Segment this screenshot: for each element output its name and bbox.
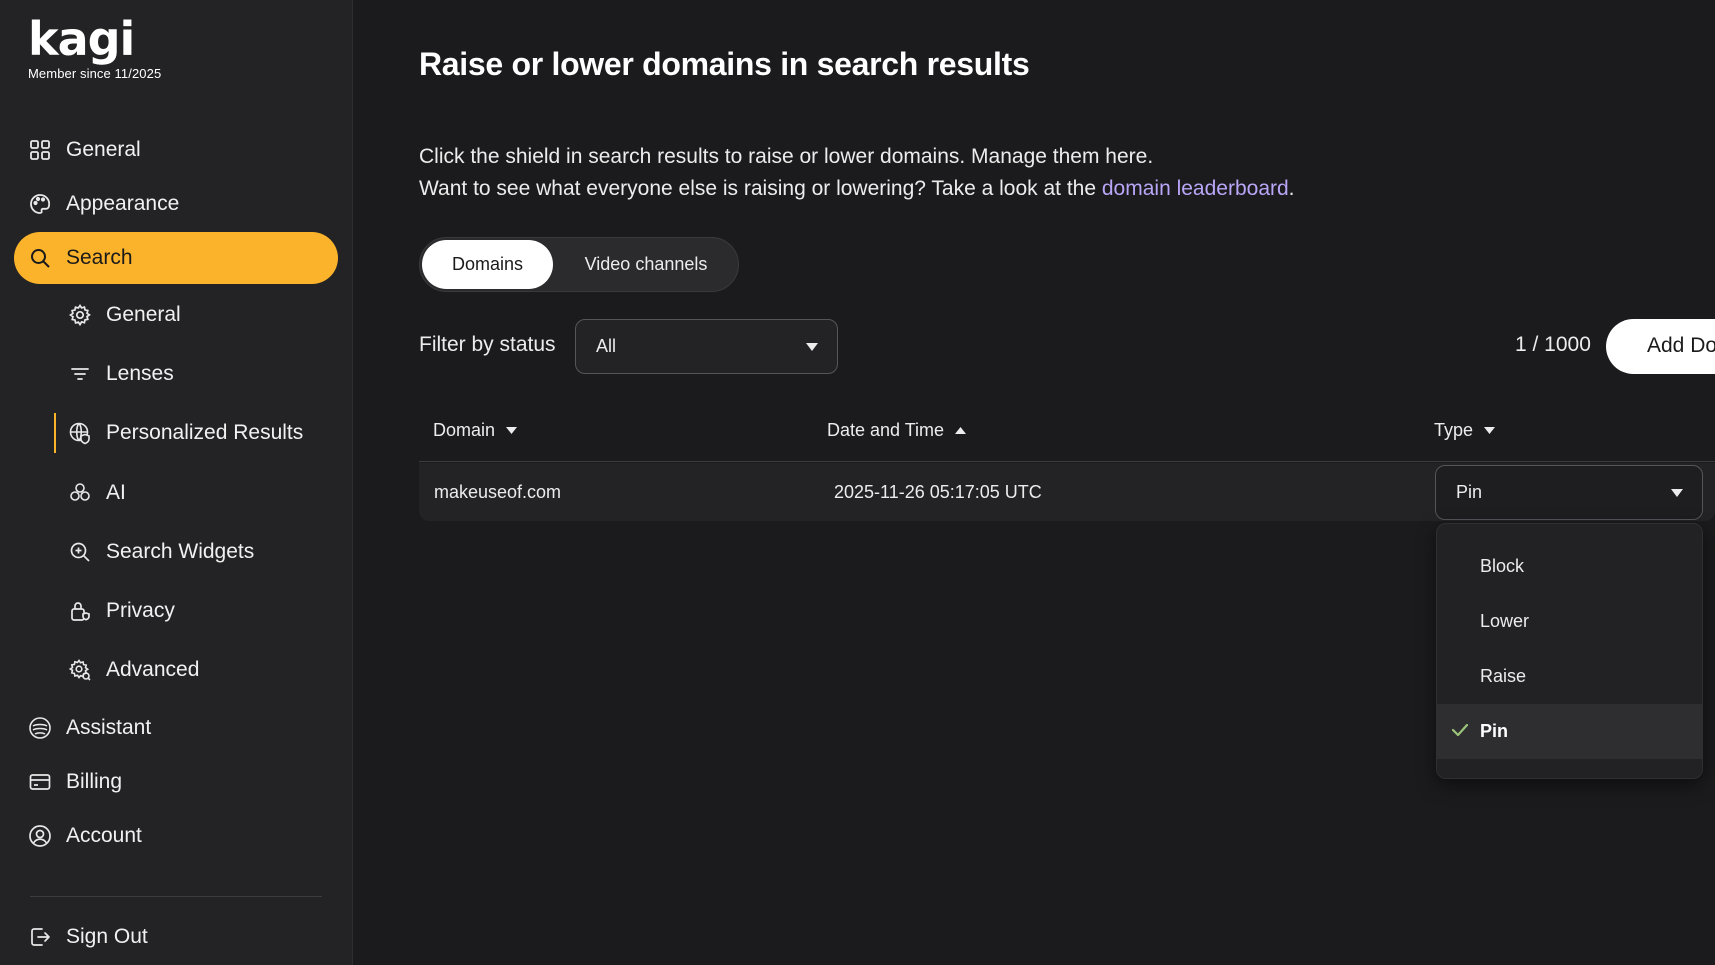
sign-out-icon (31, 928, 50, 946)
sign-out-button[interactable]: Sign Out (14, 911, 338, 963)
sort-down-icon (1484, 427, 1496, 434)
sidebar-item-label: General (66, 138, 141, 161)
description-line-2: Want to see what everyone else is raisin… (419, 177, 1295, 201)
sidebar-subitem-label: Search Widgets (106, 540, 255, 563)
tab-switcher: Domains Video channels (419, 237, 739, 292)
datetime-cell: 2025-11-26 05:17:05 UTC (834, 482, 1042, 502)
credit-card-icon (29, 774, 51, 790)
assistant-icon (29, 717, 51, 739)
sidebar-subitem-personalized-results[interactable]: Personalized Results (60, 409, 340, 457)
sign-out-label: Sign Out (66, 925, 148, 948)
globe-shield-icon (69, 422, 90, 445)
column-header-label: Type (1434, 420, 1474, 440)
palette-icon (30, 194, 51, 214)
type-select-value: Pin (1456, 482, 1483, 502)
sidebar-divider (30, 896, 322, 897)
column-header-label: Date and Time (827, 420, 945, 440)
domain-leaderboard-link[interactable]: domain leaderboard (1102, 177, 1289, 200)
sidebar: kagi Member since 11/2025 General Appear… (0, 0, 353, 965)
description-text: Want to see what everyone else is raisin… (419, 177, 1102, 200)
caret-down-icon (806, 343, 818, 351)
type-option-raise[interactable]: Raise (1437, 649, 1702, 704)
advanced-gear-icon (68, 659, 91, 681)
sidebar-subitem-ai[interactable]: AI (60, 469, 340, 517)
type-option-lower[interactable]: Lower (1437, 594, 1702, 649)
column-header-label: Domain (433, 420, 496, 440)
description-line-1: Click the shield in search results to ra… (419, 145, 1154, 168)
option-label: Lower (1480, 611, 1530, 631)
kagi-logo[interactable]: kagi Member since 11/2025 (28, 14, 161, 81)
status-filter-value: All (596, 336, 617, 356)
sidebar-item-label: Search (66, 246, 133, 269)
page-title: Raise or lower domains in search results (419, 46, 1030, 82)
sidebar-item-appearance[interactable]: Appearance (14, 178, 338, 230)
sort-down-icon (506, 427, 518, 434)
table-header-divider (419, 461, 1715, 462)
grid-icon (30, 140, 50, 160)
sidebar-subitem-label: Privacy (106, 599, 175, 622)
ai-icon (70, 483, 90, 501)
sidebar-subitem-general[interactable]: General (60, 291, 340, 339)
option-label: Raise (1480, 666, 1527, 686)
caret-down-icon (1671, 489, 1683, 497)
type-option-pin[interactable]: Pin (1437, 704, 1702, 759)
member-since: Member since 11/2025 (28, 66, 162, 81)
sidebar-subitem-lenses[interactable]: Lenses (60, 350, 340, 398)
sidebar-subitem-label: AI (106, 481, 126, 504)
sidebar-item-assistant[interactable]: Assistant (14, 702, 338, 754)
search-widget-icon (70, 542, 90, 562)
checkmark-icon (1451, 723, 1469, 737)
sidebar-item-label: Assistant (66, 716, 152, 739)
sidebar-item-label: Account (66, 824, 142, 847)
sidebar-item-label: Appearance (66, 192, 180, 215)
type-option-block[interactable]: Block (1437, 539, 1702, 594)
gear-icon (68, 303, 91, 327)
sidebar-subitem-label: Lenses (106, 362, 174, 385)
option-label: Pin (1480, 721, 1509, 741)
sidebar-item-label: Billing (66, 770, 123, 793)
description-suffix: . (1288, 177, 1295, 200)
sidebar-item-general[interactable]: General (14, 124, 338, 176)
sidebar-subitem-label: Personalized Results (106, 421, 304, 444)
sidebar-subitem-search-widgets[interactable]: Search Widgets (60, 528, 340, 576)
privacy-lock-icon (71, 602, 90, 621)
add-domain-label: Add Domain (1647, 334, 1715, 357)
domain-count: 1 / 1000 (1515, 333, 1591, 356)
type-dropdown-menu: Block Lower Raise Pin (1436, 523, 1703, 779)
status-filter-select[interactable]: All (575, 319, 838, 374)
sort-up-icon (955, 427, 967, 434)
user-circle-icon (29, 825, 51, 847)
sidebar-subitem-label: Advanced (106, 658, 200, 681)
domain-cell: makeuseof.com (434, 482, 562, 502)
type-select[interactable]: Pin (1435, 465, 1703, 520)
sidebar-item-billing[interactable]: Billing (14, 756, 338, 808)
filter-label: Filter by status (419, 333, 556, 356)
option-label: Block (1480, 556, 1525, 576)
search-icon (31, 249, 50, 268)
active-subitem-indicator (54, 413, 56, 453)
sidebar-subitem-privacy[interactable]: Privacy (60, 587, 340, 635)
column-header-date-time[interactable]: Date and Time (827, 420, 967, 441)
sidebar-subitem-label: General (106, 303, 181, 326)
tab-domains[interactable]: Domains (422, 240, 553, 289)
add-domain-button[interactable]: Add Domain (1606, 319, 1715, 374)
sidebar-subitem-advanced[interactable]: Advanced (60, 646, 340, 694)
sidebar-item-search[interactable]: Search (14, 232, 338, 284)
filter-icon (71, 368, 89, 380)
brand-name: kagi (28, 12, 135, 66)
tab-video-channels[interactable]: Video channels (556, 240, 736, 289)
column-header-domain[interactable]: Domain (433, 420, 518, 441)
sidebar-item-account[interactable]: Account (14, 810, 338, 862)
column-header-type[interactable]: Type (1434, 420, 1496, 441)
